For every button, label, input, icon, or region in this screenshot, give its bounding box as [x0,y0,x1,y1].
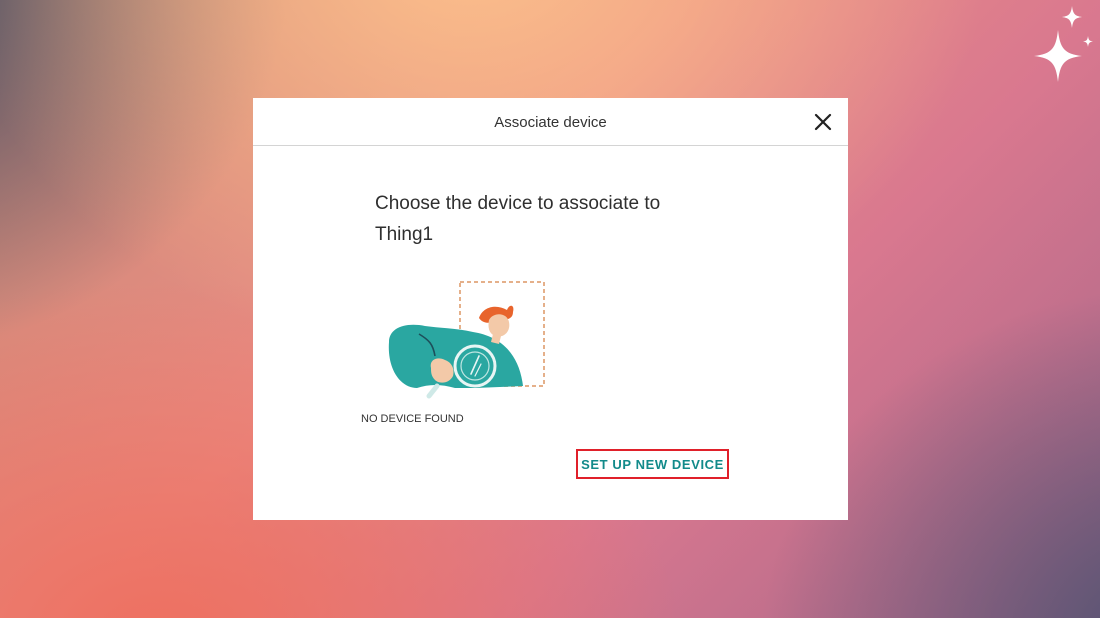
close-icon[interactable] [811,110,835,134]
person-searching-illustration [388,281,545,399]
dialog-title: Associate device [494,114,607,131]
set-up-new-device-button[interactable]: SET UP NEW DEVICE [576,449,729,479]
association-prompt: Choose the device to associate to Thing1 [375,193,661,245]
empty-state-text: NO DEVICE FOUND [361,413,464,425]
sparkle-icon [1034,6,1093,82]
associate-device-dialog: Associate device Choose the device to as… [253,98,848,520]
dialog-header: Associate device [253,98,848,146]
